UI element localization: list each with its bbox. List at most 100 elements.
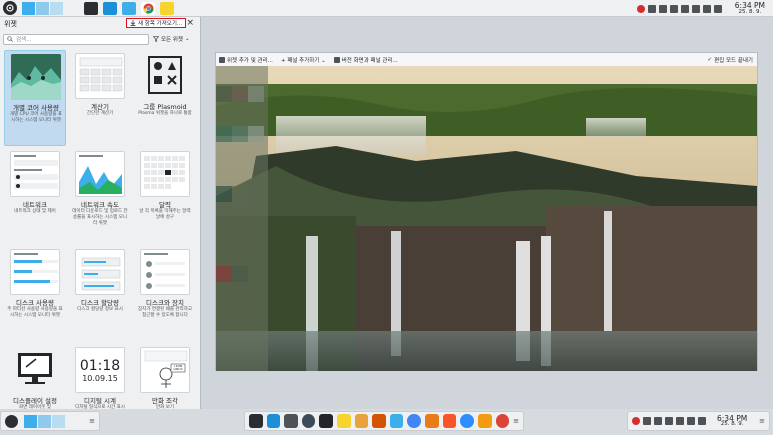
application-launcher-icon[interactable] xyxy=(5,414,18,428)
notifications-icon[interactable] xyxy=(702,4,711,13)
widget-network-speed[interactable]: 네트워크 속도 데이터 다운로드 및 업로드 전송률을 표시하는 시스템 모니터… xyxy=(69,148,131,244)
panel-menu-icon[interactable]: ≡ xyxy=(513,417,519,425)
network-thumbnail xyxy=(10,151,60,197)
widget-description: 데이터 다운로드 및 업로드 전송률을 표시하는 시스템 모니터 위젯 xyxy=(72,209,128,226)
system-tray: 6:34 PM 25. 8. 9. xyxy=(636,0,765,17)
widget-disk-usage[interactable]: 디스크 사용량 주 파티션 사용량 사용량을 표시하는 시스템 모니터 위젯 xyxy=(4,246,66,342)
pager-desktop-1[interactable] xyxy=(22,1,35,15)
check-icon: ✓ xyxy=(707,57,713,63)
widget-group-plasmoid[interactable]: 그룹 Plasmoid Plasma 위젯을 하나로 통합 xyxy=(134,50,196,146)
close-icon[interactable]: × xyxy=(186,18,194,28)
terminal-task-icon[interactable] xyxy=(84,1,98,15)
dolphin-task-icon[interactable] xyxy=(122,1,136,15)
widget-disks-and-devices[interactable]: 디스크와 장치 장치가 연결된 때를 관리하고 접근할 수 있도록 합니다 xyxy=(134,246,196,342)
bottom-system-tray: 6:34 PM 25. 8. 9. ≡ xyxy=(627,411,770,431)
add-widgets-button[interactable]: 위젯 추가 및 관리... xyxy=(219,56,273,64)
battery-icon[interactable] xyxy=(698,417,706,425)
chevron-down-icon: ⌄ xyxy=(185,36,190,42)
vlc-icon[interactable] xyxy=(425,414,439,428)
comic-text: I RUN LINUX xyxy=(173,364,183,371)
chrome-task-icon[interactable] xyxy=(141,1,155,15)
volume-icon[interactable] xyxy=(676,417,684,425)
clipboard-icon[interactable] xyxy=(643,417,651,425)
display-icon[interactable] xyxy=(654,417,662,425)
wallpaper-image xyxy=(216,66,757,371)
bluetooth-icon[interactable] xyxy=(680,4,689,13)
network-icon[interactable] xyxy=(669,4,678,13)
application-launcher-button[interactable] xyxy=(3,1,17,15)
input-method-icon[interactable] xyxy=(636,4,645,13)
bottom-left-panel: ≡ xyxy=(0,411,100,431)
widget-filter-dropdown[interactable]: 모든 위젯 ⌄ xyxy=(153,35,190,43)
digital-clock-thumbnail: 01:18 10.09.15 xyxy=(75,347,125,393)
discover-icon[interactable] xyxy=(266,414,281,428)
steam-icon[interactable] xyxy=(460,414,474,428)
manage-screens-button[interactable]: 버전 화면과 패널 관리... xyxy=(333,56,398,64)
get-new-widgets-label: 새 항목 가져오기... xyxy=(138,21,183,27)
clock-preview-date: 10.09.15 xyxy=(82,373,118,383)
widget-name: 계산기 xyxy=(91,103,109,111)
widget-name: 네트워크 속도 xyxy=(81,201,119,209)
firefox-icon[interactable] xyxy=(477,414,492,428)
exit-edit-mode-button[interactable]: ✓ 편집 모드 끝내기 xyxy=(707,56,753,64)
widget-cpu-core-usage[interactable]: 개별 코어 사용량 개별 CPU 코어 사용량을 표시하는 시스템 모니터 위젯 xyxy=(4,50,66,146)
digital-clock[interactable]: 6:34 PM 25. 8. 9. xyxy=(717,414,747,428)
battery-icon[interactable] xyxy=(713,4,722,13)
notes-icon[interactable] xyxy=(337,414,351,428)
system-monitor-icon[interactable] xyxy=(301,414,316,428)
cpu-core-usage-thumbnail xyxy=(11,54,61,100)
widget-description: 날 각 목록을 막해주는 달력 날에 성구 xyxy=(139,209,191,220)
terminal-icon[interactable] xyxy=(249,414,263,428)
system-settings-icon[interactable] xyxy=(284,414,298,428)
konsole-icon[interactable] xyxy=(319,414,334,428)
notifications-icon[interactable] xyxy=(687,417,695,425)
widget-disk-quota[interactable]: 디스크 할당량 디스크 할당량 정보 표시 xyxy=(69,246,131,342)
pager-desktop-3[interactable] xyxy=(50,1,63,15)
virtual-desktop-pager[interactable] xyxy=(22,1,64,15)
clock-date: 25. 8. 9. xyxy=(720,421,744,427)
widget-name: 디스크 사용량 xyxy=(16,299,54,307)
widget-description: 네트워크 상태 및 제어 xyxy=(14,209,56,214)
manage-screens-label: 버전 화면과 패널 관리... xyxy=(341,57,398,64)
widget-name: 디지털 시계 xyxy=(84,397,116,405)
widget-name: 그룹 Plasmoid xyxy=(143,103,187,111)
filter-icon xyxy=(153,36,159,42)
brave-icon[interactable] xyxy=(442,414,457,428)
discover-task-icon[interactable] xyxy=(103,1,117,15)
get-new-widgets-button[interactable]: 새 항목 가져오기... xyxy=(126,18,187,28)
widget-description: 개별 CPU 코어 사용량을 표시하는 시스템 모니터 위젯 xyxy=(9,112,63,123)
google-chrome-icon[interactable] xyxy=(495,414,510,428)
top-panel: 6:34 PM 25. 8. 9. xyxy=(0,0,773,17)
chrome-icon[interactable] xyxy=(407,414,422,428)
widget-explorer: 위젯 새 항목 가져오기... × 검색... 모든 위젯 ⌄ 개별 코어 사용… xyxy=(0,17,201,410)
digital-clock[interactable]: 6:34 PM 25. 8. 9. xyxy=(735,2,765,15)
pager-desktop-2[interactable] xyxy=(36,1,49,15)
panel-menu-icon[interactable]: ≡ xyxy=(759,417,765,425)
widget-calculator[interactable]: 계산기 간단한 계산기 xyxy=(69,50,131,146)
widget-name: 달력 xyxy=(159,201,171,209)
photos-icon[interactable] xyxy=(372,414,386,428)
desktop-edit-mode-frame: 위젯 추가 및 관리... + 패널 추가하기 ⌄ 버전 화면과 패널 관리..… xyxy=(215,52,758,371)
widget-calendar[interactable]: 달력 날 각 목록을 막해주는 달력 날에 성구 xyxy=(134,148,196,244)
widget-description: Plasma 위젯을 하나로 통합 xyxy=(138,111,192,116)
widget-search-input[interactable]: 검색... xyxy=(3,33,149,45)
archive-icon[interactable] xyxy=(354,414,369,428)
clock-date: 25. 8. 9. xyxy=(738,8,762,15)
clipboard-icon[interactable] xyxy=(647,4,656,13)
search-icon xyxy=(7,36,13,42)
filter-label: 모든 위젯 xyxy=(161,37,183,43)
panel-menu-icon[interactable]: ≡ xyxy=(89,417,95,425)
widget-network[interactable]: 네트워크 네트워크 상태 및 제어 xyxy=(4,148,66,244)
notes-task-icon[interactable] xyxy=(160,1,174,15)
pager-desktop-1[interactable] xyxy=(24,414,37,428)
volume-icon[interactable] xyxy=(691,4,700,13)
network-icon[interactable] xyxy=(665,417,673,425)
pager-desktop-2[interactable] xyxy=(38,414,51,428)
widget-comic[interactable]: I RUN LINUX 만화 조각 만화 보기 xyxy=(134,344,196,435)
dolphin-icon[interactable] xyxy=(389,414,404,428)
input-method-icon[interactable] xyxy=(632,417,640,425)
exit-edit-mode-label: 편집 모드 끝내기 xyxy=(714,58,753,64)
display-icon[interactable] xyxy=(658,4,667,13)
pager-desktop-3[interactable] xyxy=(52,414,65,428)
add-panel-button[interactable]: + 패널 추가하기 ⌄ xyxy=(281,56,326,64)
